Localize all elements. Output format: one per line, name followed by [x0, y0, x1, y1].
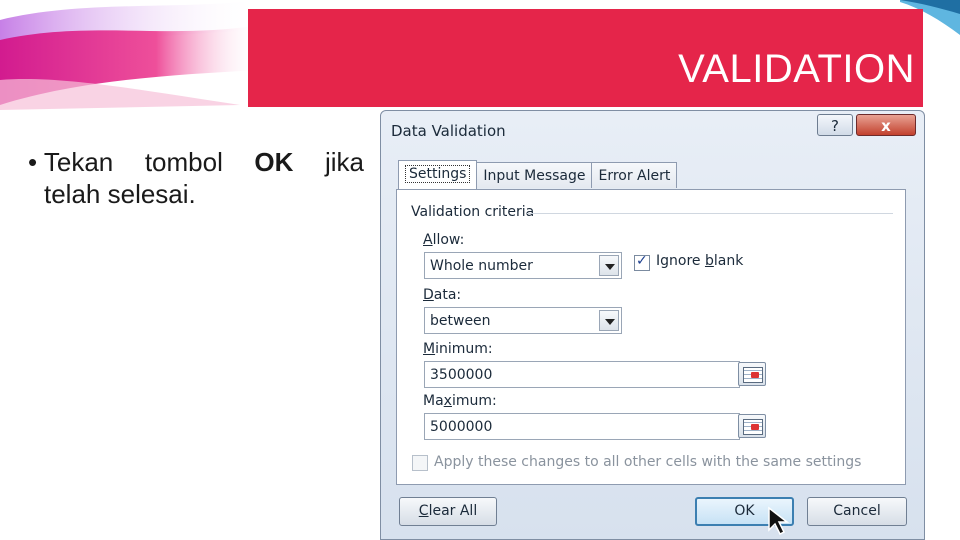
apply-all-label: Apply these changes to all other cells w… — [434, 454, 862, 470]
bullet-line-2: telah selesai. — [44, 179, 196, 209]
bullet-word-jika: jika — [324, 147, 364, 177]
bullet-word-tekan: Tekan — [43, 147, 114, 177]
decorative-swoosh-left — [0, 0, 260, 110]
help-icon[interactable]: ? — [817, 114, 853, 136]
bullet-word-tombol: tombol — [144, 147, 223, 177]
slide-title: VALIDATION — [678, 47, 915, 91]
bullet-first-word: • Tekan — [28, 146, 113, 178]
maximum-label: Maximum: — [423, 393, 497, 409]
maximum-value: 5000000 — [430, 419, 493, 435]
allow-label-rest: llow: — [432, 232, 465, 248]
bullet-text: • Tekan tombol OK jika telah selesai. — [28, 146, 364, 210]
data-dropdown[interactable]: between — [424, 307, 622, 334]
close-icon[interactable]: x — [856, 114, 916, 136]
ignore-blank-label-rest: lank — [713, 253, 744, 269]
tab-strip: Settings Input Message Error Alert — [398, 160, 678, 189]
data-value: between — [430, 313, 491, 329]
range-selector-marker — [751, 372, 759, 378]
bullet-line-1: • Tekan tombol OK jika — [28, 146, 364, 178]
dropdown-arrow-icon[interactable] — [599, 255, 619, 276]
bullet-word-ok: OK — [254, 147, 294, 177]
minimum-label: Minimum: — [423, 341, 493, 357]
tab-error-alert[interactable]: Error Alert — [591, 162, 678, 188]
validation-criteria-label: Validation criteria — [411, 204, 535, 220]
clear-all-button[interactable]: Clear All — [399, 497, 497, 526]
cancel-button[interactable]: Cancel — [807, 497, 907, 526]
maximum-input[interactable]: 5000000 — [424, 413, 740, 440]
ignore-blank-label: Ignore blank — [656, 253, 743, 269]
tab-settings-label: Settings — [405, 165, 471, 183]
maximum-label-rest: imum: — [451, 393, 497, 409]
range-selector-icon[interactable] — [738, 362, 766, 386]
data-validation-dialog: Data Validation ? x Settings Input Messa… — [380, 110, 925, 540]
apply-all-checkbox[interactable] — [412, 455, 428, 471]
minimum-input[interactable]: 3500000 — [424, 361, 740, 388]
minimum-label-mnemonic: M — [423, 341, 436, 357]
minimum-label-rest: inimum: — [435, 341, 493, 357]
maximum-label-mnemonic: x — [443, 393, 452, 409]
minimum-value: 3500000 — [430, 367, 493, 383]
clear-all-mnemonic: C — [418, 503, 429, 519]
group-divider — [527, 213, 893, 214]
title-banner: VALIDATION — [248, 9, 923, 107]
tab-settings[interactable]: Settings — [398, 160, 478, 189]
maximum-label-prefix: Ma — [423, 393, 444, 409]
data-label-mnemonic: D — [423, 287, 434, 303]
clear-all-label-rest: lear All — [428, 503, 478, 519]
data-label: Data: — [423, 287, 461, 303]
tab-input-message[interactable]: Input Message — [476, 162, 593, 188]
settings-panel: Validation criteria Allow: Whole number … — [396, 189, 906, 485]
dropdown-arrow-icon[interactable] — [599, 310, 619, 331]
ignore-blank-checkbox[interactable] — [634, 253, 650, 271]
range-selector-marker — [751, 424, 759, 430]
allow-value: Whole number — [430, 258, 533, 274]
data-label-rest: ata: — [433, 287, 462, 303]
range-selector-icon[interactable] — [738, 414, 766, 438]
dialog-title: Data Validation — [391, 122, 506, 140]
ignore-blank-label-mnemonic: b — [704, 253, 714, 269]
bullet-marker: • — [28, 147, 38, 177]
allow-label: Allow: — [423, 232, 464, 248]
ignore-blank-label-prefix: Ignore — [656, 253, 705, 269]
mouse-cursor-icon — [768, 506, 790, 536]
allow-label-mnemonic: A — [423, 232, 433, 248]
allow-dropdown[interactable]: Whole number — [424, 252, 622, 279]
